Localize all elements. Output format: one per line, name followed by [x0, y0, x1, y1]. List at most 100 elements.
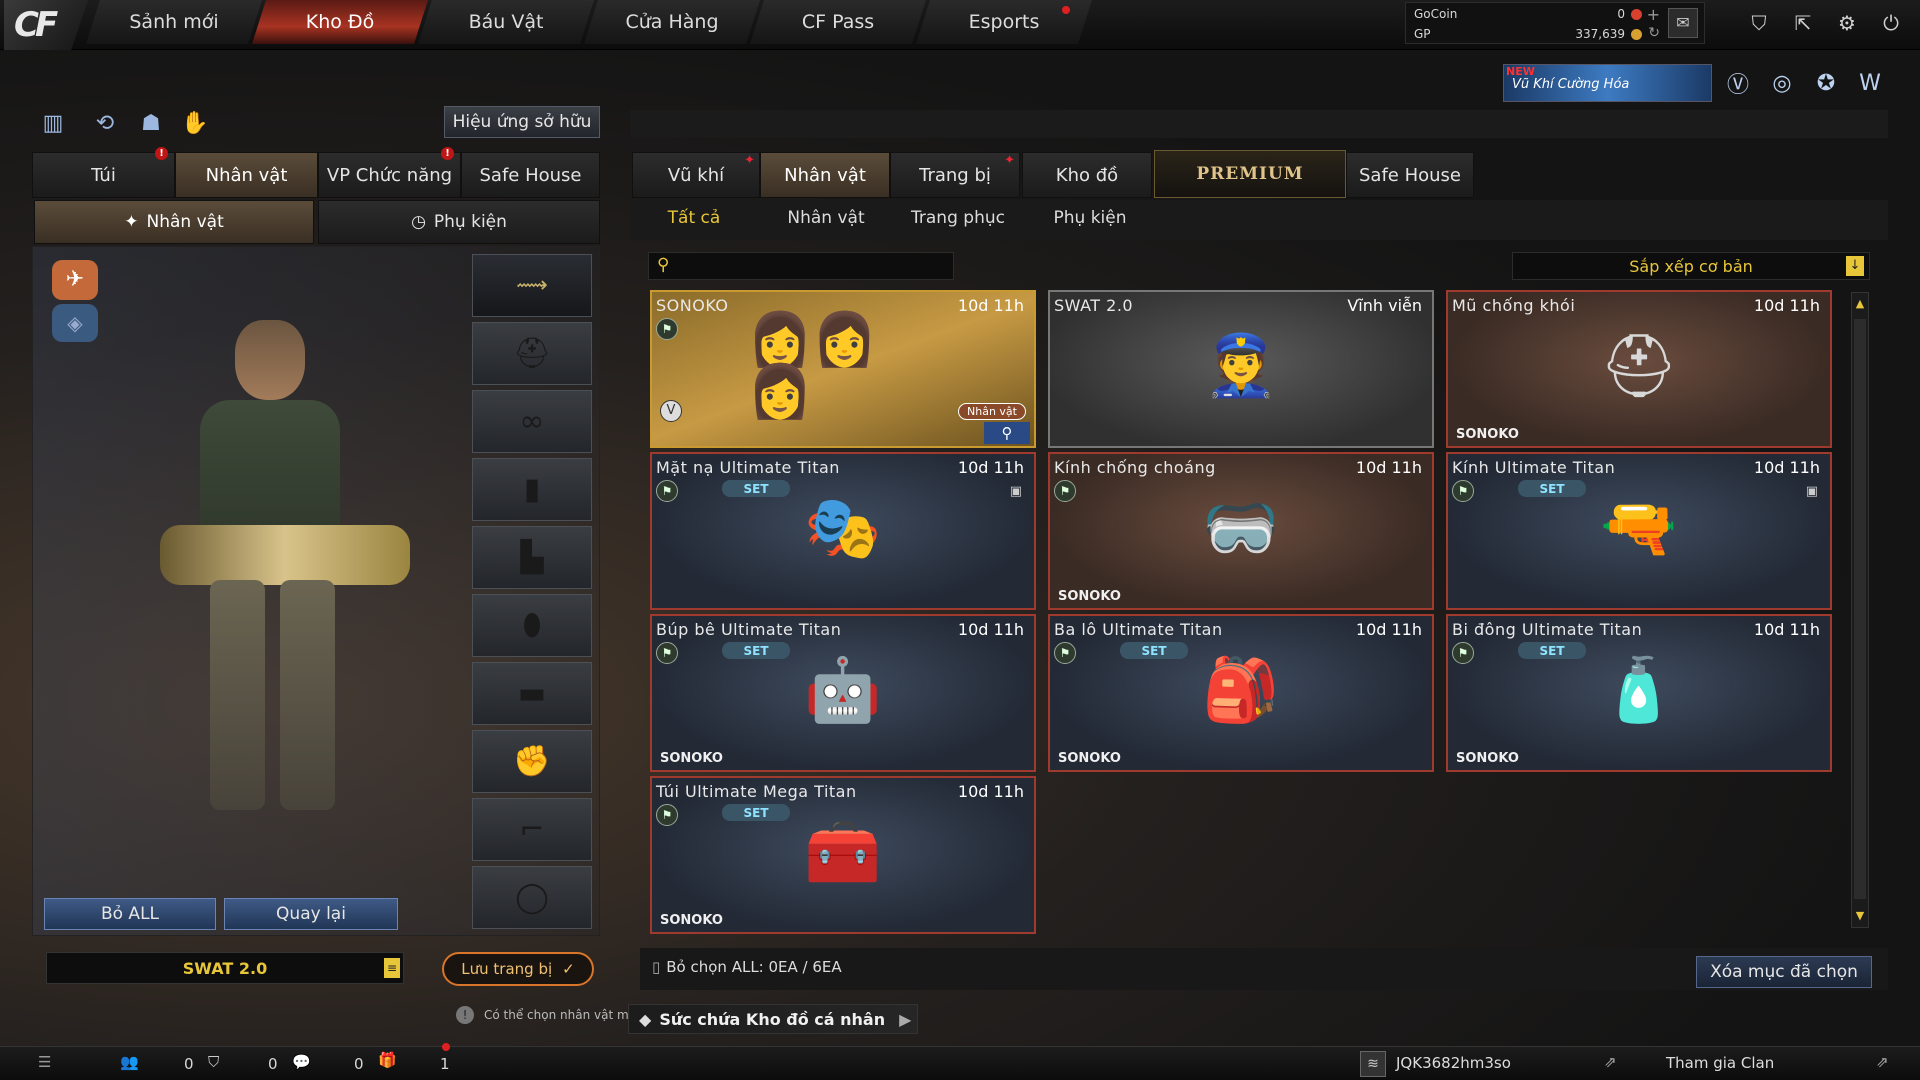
- pouch-slot[interactable]: ▬: [472, 662, 592, 725]
- weapon-slot[interactable]: ⟿: [472, 254, 592, 317]
- username[interactable]: JQK3682hm3so: [1396, 1054, 1511, 1072]
- nav-tab-treasure[interactable]: Báu Vật: [418, 0, 594, 44]
- item-duration: 10d 11h: [957, 458, 1024, 477]
- join-clan-link[interactable]: Tham gia Clan: [1666, 1054, 1774, 1072]
- tab-safe-house[interactable]: Safe House: [461, 152, 600, 198]
- bottle-slot[interactable]: ⬮: [472, 594, 592, 657]
- item-card-titan-backpack[interactable]: Ba lô Ultimate Titan 10d 11h ⚑ SET 🎒 SON…: [1048, 614, 1434, 772]
- weapon-upgrade-banner[interactable]: NEW Vũ Khí Cường Hóa: [1503, 64, 1712, 102]
- menu-list-icon[interactable]: ☰: [38, 1053, 51, 1071]
- item-card-titan-canteen[interactable]: Bi đông Ultimate Titan 10d 11h ⚑ SET 🧴 S…: [1446, 614, 1832, 772]
- gift-icon[interactable]: 🎁: [378, 1051, 397, 1069]
- goggles-slot[interactable]: ∞: [472, 390, 592, 453]
- wings-icon[interactable]: W: [1852, 66, 1888, 100]
- deselect-all-text: Bỏ chọn ALL: 0EA / 6EA: [666, 958, 842, 976]
- back-button[interactable]: Quay lại: [224, 898, 398, 930]
- tab-label: Trang bị: [919, 164, 991, 186]
- globe-icon[interactable]: ◎: [1764, 66, 1800, 100]
- tab-storage[interactable]: Kho đồ: [1022, 152, 1152, 198]
- search-box[interactable]: ⚲: [648, 252, 954, 280]
- subtab-all[interactable]: Tất cả: [640, 208, 748, 234]
- mail-icon[interactable]: ✉: [1668, 8, 1698, 38]
- tab-character[interactable]: Nhân vật: [175, 152, 318, 198]
- subtab-label: Nhân vật: [146, 212, 224, 232]
- hand-slot[interactable]: ✊: [472, 730, 592, 793]
- external-link-icon[interactable]: ⇗: [1876, 1053, 1889, 1071]
- magnify-icon[interactable]: ⚲: [984, 422, 1030, 444]
- delete-selected-button[interactable]: Xóa mục đã chọn: [1696, 956, 1872, 988]
- item-card-swat[interactable]: SWAT 2.0 Vĩnh viễn 👮: [1048, 290, 1434, 448]
- tab-bag[interactable]: Túi!: [32, 147, 175, 198]
- subtab-character[interactable]: ✦ Nhân vật: [34, 200, 314, 244]
- star-badge-icon[interactable]: ✪: [1808, 66, 1844, 100]
- power-icon[interactable]: ⏻: [1874, 6, 1908, 40]
- team-rank-icon[interactable]: ◈: [52, 304, 98, 342]
- nav-tab-cf-pass[interactable]: CF Pass: [750, 0, 926, 44]
- refresh-icon[interactable]: ↻: [1648, 25, 1660, 41]
- subtab-character[interactable]: Nhân vật: [772, 208, 880, 234]
- gear-icon[interactable]: ⚙: [1830, 6, 1864, 40]
- leg-slot[interactable]: ⌐: [472, 798, 592, 861]
- exit-icon[interactable]: ⇱: [1786, 6, 1820, 40]
- tab-equipment[interactable]: Trang bị ✦: [890, 152, 1020, 198]
- friends-icon[interactable]: 👥: [120, 1053, 139, 1071]
- item-card-titan-goggles[interactable]: Kính Ultimate Titan 10d 11h ⚑ SET ▣ 🔫: [1446, 452, 1832, 610]
- external-link-icon[interactable]: ⇗: [1604, 1053, 1617, 1071]
- scroll-up-icon[interactable]: ▲: [1854, 297, 1866, 311]
- search-input[interactable]: [683, 255, 949, 277]
- nav-tab-shop[interactable]: Cửa Hàng: [584, 0, 760, 44]
- nav-tab-inventory[interactable]: Kho Đồ: [252, 0, 428, 44]
- subtab-accessory[interactable]: ◷ Phụ kiện: [318, 200, 600, 244]
- alert-badge: !: [155, 147, 168, 160]
- sort-arrow-icon[interactable]: ↓: [1846, 256, 1864, 276]
- tab-character[interactable]: Nhân vật: [760, 152, 890, 198]
- item-card-titan-pouch[interactable]: Túi Ultimate Mega Titan 10d 11h ⚑ SET 🧰 …: [650, 776, 1036, 934]
- hand-icon[interactable]: ✋: [178, 106, 212, 140]
- radio-slot[interactable]: ▮: [472, 458, 592, 521]
- remove-all-button[interactable]: Bỏ ALL: [44, 898, 216, 930]
- item-card-titan-mask[interactable]: Mặt nạ Ultimate Titan 10d 11h ⚑ SET ▣ 🎭: [650, 452, 1036, 610]
- rotate-icon[interactable]: ⟲: [88, 106, 122, 140]
- subtab-outfit[interactable]: Trang phục: [898, 208, 1018, 234]
- item-owner: SONOKO: [1058, 751, 1121, 766]
- tab-function-items[interactable]: VP Chức năng!: [318, 147, 461, 198]
- scroll-thumb[interactable]: [1854, 319, 1866, 899]
- cf-logo[interactable]: CF: [4, 0, 88, 50]
- tab-safe-house-right[interactable]: Safe House: [1346, 152, 1474, 198]
- item-card-titan-doll[interactable]: Búp bê Ultimate Titan 10d 11h ⚑ SET 🤖 SO…: [650, 614, 1036, 772]
- gift-box-icon[interactable]: ▥: [36, 106, 70, 140]
- list-icon[interactable]: ≡: [384, 958, 400, 978]
- character-model[interactable]: [140, 300, 410, 830]
- v-badge-icon[interactable]: Ⓥ: [1720, 66, 1756, 100]
- character-name: SWAT 2.0: [182, 958, 268, 978]
- vest-slot[interactable]: ▙: [472, 526, 592, 589]
- item-scrollbar[interactable]: ▲ ▼: [1851, 292, 1869, 928]
- shield-icon[interactable]: ⛉: [1742, 6, 1776, 40]
- deselect-all-label[interactable]: ▯ Bỏ chọn ALL: 0EA / 6EA: [652, 958, 842, 976]
- item-owner: SONOKO: [1058, 589, 1121, 604]
- owned-effect-button[interactable]: Hiệu ứng sở hữu: [444, 106, 600, 138]
- sort-label: Sắp xếp cơ bản: [1629, 256, 1753, 276]
- eagle-rank-icon[interactable]: ✈: [52, 260, 98, 300]
- nav-tab-lobby[interactable]: Sảnh mới: [86, 0, 262, 44]
- add-coin-icon[interactable]: +: [1647, 5, 1660, 24]
- character-pose-icon[interactable]: ☗: [134, 106, 168, 140]
- character-leg-left: [210, 580, 265, 810]
- nav-tab-esports[interactable]: Esports: [916, 0, 1092, 44]
- storage-capacity-bar[interactable]: ◆ Sức chứa Kho đồ cá nhân ▶: [628, 1004, 918, 1034]
- save-equipment-button[interactable]: Lưu trang bị ✓: [442, 952, 594, 986]
- subtab-accessory[interactable]: Phụ kiện: [1036, 208, 1144, 234]
- sort-dropdown[interactable]: Sắp xếp cơ bản: [1512, 252, 1870, 280]
- scroll-down-icon[interactable]: ▼: [1854, 909, 1866, 923]
- ring-slot[interactable]: ◯: [472, 866, 592, 929]
- tab-premium[interactable]: PREMIUM: [1154, 150, 1346, 198]
- item-card-anti-flash-goggles[interactable]: Kính chống choáng 10d 11h ⚑ 🥽 SONOKO: [1048, 452, 1434, 610]
- item-duration: 10d 11h: [1355, 620, 1422, 639]
- item-card-smoke-helmet[interactable]: Mũ chống khói 10d 11h ⛑ SONOKO: [1446, 290, 1832, 448]
- helmet-slot[interactable]: ⛑: [472, 322, 592, 385]
- item-card-sonoko[interactable]: SONOKO 10d 11h ⚑ 👩👩👩 V Nhân vật ⚲: [650, 290, 1036, 448]
- tab-weapon[interactable]: Vũ khí ✦: [632, 152, 760, 198]
- item-image: 🧴: [1600, 652, 1678, 726]
- clan-shield-icon[interactable]: ⛉: [208, 1053, 219, 1071]
- chat-icon[interactable]: 💬: [292, 1053, 311, 1071]
